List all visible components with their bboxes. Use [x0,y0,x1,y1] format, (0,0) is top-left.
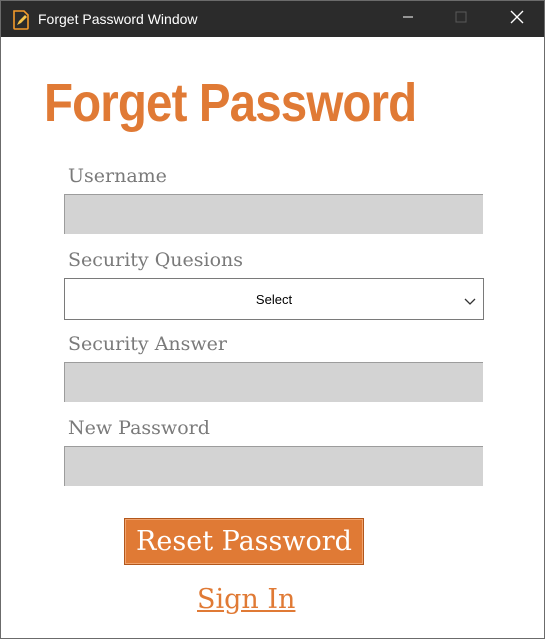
sign-in-link[interactable]: Sign In [197,584,295,615]
maximize-icon [455,10,467,28]
close-icon [510,10,524,29]
page-title: Forget Password [44,73,417,133]
security-question-selected: Select [255,292,293,307]
new-password-label: New Password [68,417,210,439]
title-bar[interactable]: Forget Password Window [1,1,544,37]
username-field[interactable] [64,194,483,234]
maximize-button[interactable] [438,1,484,37]
username-label: Username [68,165,167,187]
chevron-down-icon [464,294,476,305]
minimize-icon [402,10,414,28]
close-button[interactable] [494,1,540,37]
app-icon [12,10,30,30]
reset-password-button[interactable]: Reset Password [124,518,364,565]
security-answer-label: Security Answer [68,333,228,355]
forget-password-window: Forget Password Window Forget Password U… [0,0,545,639]
new-password-field[interactable] [64,446,483,486]
security-questions-label: Security Quesions [68,249,244,271]
security-question-select[interactable]: Select [64,278,484,320]
minimize-button[interactable] [385,1,431,37]
security-answer-field[interactable] [64,362,483,402]
window-title: Forget Password Window [38,11,198,27]
